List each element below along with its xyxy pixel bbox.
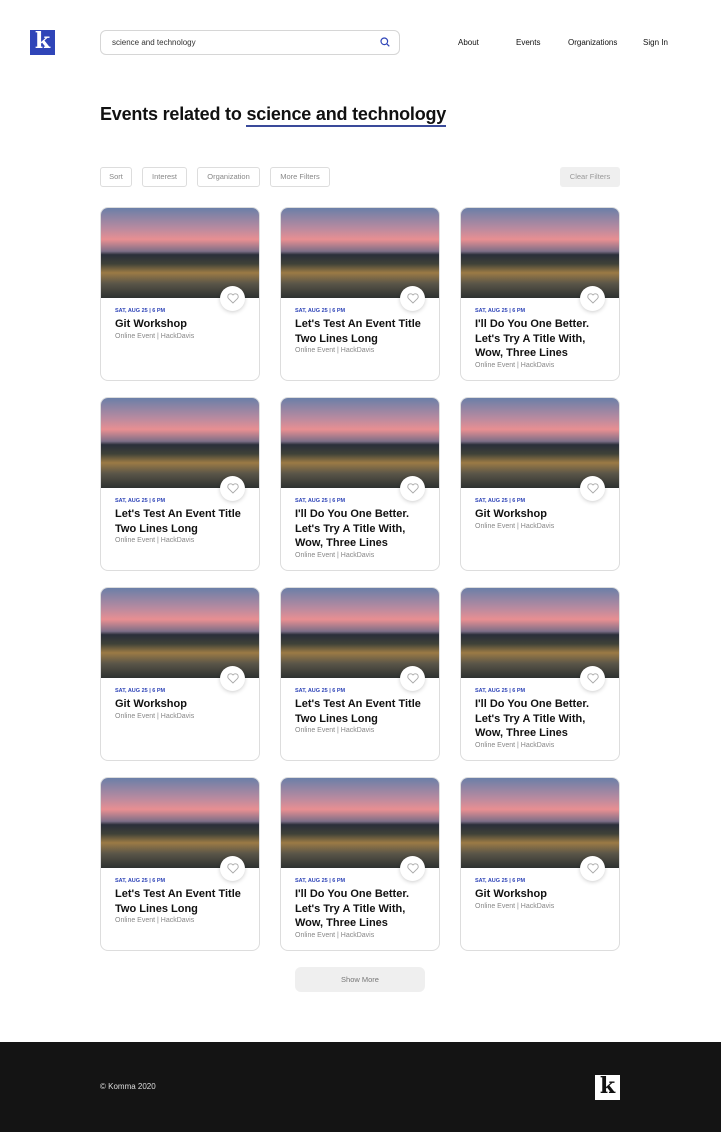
nav-organizations[interactable]: Organizations bbox=[568, 38, 617, 47]
favorite-button[interactable] bbox=[580, 286, 605, 311]
event-title[interactable]: I'll Do You One Better. Let's Try A Titl… bbox=[295, 887, 425, 931]
heart-icon bbox=[226, 673, 239, 684]
logo[interactable]: k bbox=[30, 30, 55, 55]
heart-icon bbox=[406, 673, 419, 684]
heart-icon bbox=[406, 863, 419, 874]
event-image bbox=[101, 398, 259, 488]
filter-more[interactable]: More Filters bbox=[270, 167, 330, 187]
favorite-button[interactable] bbox=[400, 666, 425, 691]
event-meta: Online Event | HackDavis bbox=[115, 917, 195, 924]
clear-filters-button[interactable]: Clear Filters bbox=[560, 167, 620, 187]
event-card[interactable]: SAT, AUG 25 | 6 PM Git Workshop Online Eve… bbox=[100, 587, 260, 761]
filter-sort[interactable]: Sort bbox=[100, 167, 132, 187]
event-card[interactable]: SAT, AUG 25 | 6 PM Let's Test An Event Ti… bbox=[280, 587, 440, 761]
heart-icon bbox=[406, 483, 419, 494]
favorite-button[interactable] bbox=[400, 476, 425, 501]
favorite-button[interactable] bbox=[580, 666, 605, 691]
show-more-button[interactable]: Show More bbox=[295, 967, 425, 992]
heart-icon bbox=[226, 483, 239, 494]
favorite-button[interactable] bbox=[220, 286, 245, 311]
event-title[interactable]: Git Workshop bbox=[115, 697, 245, 712]
search-icon[interactable] bbox=[380, 37, 390, 47]
heart-icon bbox=[586, 863, 599, 874]
event-image bbox=[101, 588, 259, 678]
footer: © Komma 2020 k bbox=[0, 1042, 721, 1132]
heart-icon bbox=[226, 863, 239, 874]
event-card[interactable]: SAT, AUG 25 | 6 PM Git Workshop Online Eve… bbox=[460, 777, 620, 951]
event-image bbox=[461, 208, 619, 298]
event-meta: Online Event | HackDavis bbox=[115, 537, 195, 544]
event-image bbox=[461, 398, 619, 488]
search-value: science and technology bbox=[112, 38, 196, 47]
event-meta: Online Event | HackDavis bbox=[475, 361, 555, 369]
event-title[interactable]: Git Workshop bbox=[475, 507, 605, 522]
event-card[interactable]: SAT, AUG 25 | 6 PM Git Workshop Online Eve… bbox=[460, 397, 620, 571]
event-title[interactable]: Let's Test An Event Title Two Lines Long bbox=[295, 317, 425, 346]
event-meta: Online Event | HackDavis bbox=[295, 931, 375, 939]
favorite-button[interactable] bbox=[580, 856, 605, 881]
event-image bbox=[281, 398, 439, 488]
copyright: © Komma 2020 bbox=[100, 1082, 156, 1091]
event-meta: Online Event | HackDavis bbox=[475, 741, 555, 749]
event-image bbox=[461, 778, 619, 868]
event-title[interactable]: Let's Test An Event Title Two Lines Long bbox=[115, 887, 245, 916]
event-meta: Online Event | HackDavis bbox=[115, 332, 195, 340]
event-image bbox=[281, 588, 439, 678]
nav-events[interactable]: Events bbox=[516, 38, 540, 47]
event-card[interactable]: SAT, AUG 25 | 6 PM I'll Do You One Better… bbox=[280, 397, 440, 571]
event-image bbox=[461, 588, 619, 678]
favorite-button[interactable] bbox=[220, 856, 245, 881]
title-query: science and technology bbox=[246, 104, 446, 127]
search-input[interactable]: science and technology bbox=[100, 30, 400, 55]
event-title[interactable]: Git Workshop bbox=[115, 317, 245, 332]
event-card[interactable]: SAT, AUG 25 | 6 PM Let's Test An Event Ti… bbox=[280, 207, 440, 381]
favorite-button[interactable] bbox=[580, 476, 605, 501]
event-meta: Online Event | HackDavis bbox=[115, 712, 195, 720]
event-card[interactable]: SAT, AUG 25 | 6 PM I'll Do You One Better… bbox=[460, 587, 620, 761]
heart-icon bbox=[586, 293, 599, 304]
filter-organization[interactable]: Organization bbox=[197, 167, 260, 187]
event-meta: Online Event | HackDavis bbox=[475, 522, 555, 530]
favorite-button[interactable] bbox=[220, 666, 245, 691]
favorite-button[interactable] bbox=[400, 856, 425, 881]
event-meta: Online Event | HackDavis bbox=[295, 551, 375, 559]
title-prefix: Events related to bbox=[100, 104, 247, 124]
event-card[interactable]: SAT, AUG 25 | 6 PM I'll Do You One Better… bbox=[460, 207, 620, 381]
event-card[interactable]: SAT, AUG 25 | 6 PM Let's Test An Event Ti… bbox=[100, 777, 260, 951]
heart-icon bbox=[586, 673, 599, 684]
event-card[interactable]: SAT, AUG 25 | 6 PM I'll Do You One Better… bbox=[280, 777, 440, 951]
event-image bbox=[101, 778, 259, 868]
event-card[interactable]: SAT, AUG 25 | 6 PM Let's Test An Event Ti… bbox=[100, 397, 260, 571]
event-title[interactable]: I'll Do You One Better. Let's Try A Titl… bbox=[295, 507, 425, 551]
event-meta: Online Event | HackDavis bbox=[295, 347, 375, 354]
event-image bbox=[281, 208, 439, 298]
favorite-button[interactable] bbox=[220, 476, 245, 501]
event-meta: Online Event | HackDavis bbox=[475, 902, 555, 910]
event-meta: Online Event | HackDavis bbox=[295, 727, 375, 734]
event-image bbox=[281, 778, 439, 868]
event-image bbox=[101, 208, 259, 298]
event-title[interactable]: Let's Test An Event Title Two Lines Long bbox=[295, 697, 425, 726]
event-title[interactable]: I'll Do You One Better. Let's Try A Titl… bbox=[475, 697, 605, 741]
heart-icon bbox=[226, 293, 239, 304]
favorite-button[interactable] bbox=[400, 286, 425, 311]
nav-about[interactable]: About bbox=[458, 38, 479, 47]
page-title: Events related to science and technology bbox=[100, 104, 446, 127]
filter-interest[interactable]: Interest bbox=[142, 167, 187, 187]
event-title[interactable]: Let's Test An Event Title Two Lines Long bbox=[115, 507, 245, 536]
heart-icon bbox=[406, 293, 419, 304]
footer-logo: k bbox=[595, 1075, 620, 1100]
heart-icon bbox=[586, 483, 599, 494]
nav-sign-in[interactable]: Sign In bbox=[643, 38, 668, 47]
event-card[interactable]: SAT, AUG 25 | 6 PM Git Workshop Online Eve… bbox=[100, 207, 260, 381]
event-title[interactable]: I'll Do You One Better. Let's Try A Titl… bbox=[475, 317, 605, 361]
event-title[interactable]: Git Workshop bbox=[475, 887, 605, 902]
